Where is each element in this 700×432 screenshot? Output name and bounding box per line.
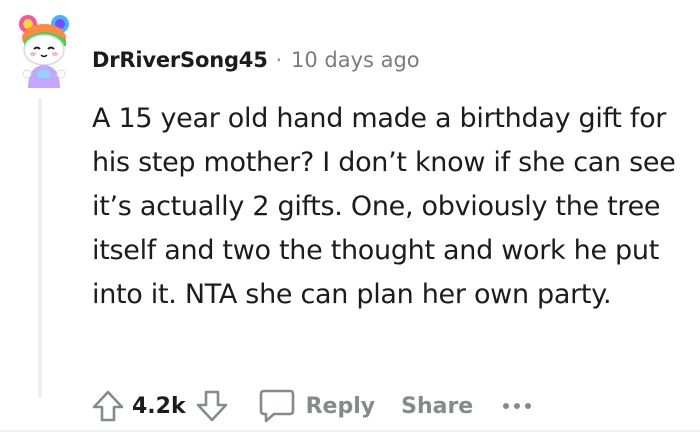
more-dots-icon [503,403,510,409]
comment-header: DrRiverSong45 · 10 days ago [92,44,420,76]
more-options-button[interactable] [503,391,536,421]
avatar[interactable] [14,12,76,90]
reply-button[interactable]: Reply [256,384,376,428]
downvote-button[interactable] [192,384,232,428]
username[interactable]: DrRiverSong45 [92,48,268,72]
reply-icon-wrap [256,384,298,428]
speech-bubble-icon [259,389,294,423]
comment: DrRiverSong45 · 10 days ago A 15 year ol… [0,0,700,432]
more-dots-icon [514,403,521,409]
share-button[interactable]: Share [401,394,473,419]
vote-score: 4.2k [132,393,186,419]
arrow-up-icon [92,390,124,422]
arrow-down-icon [196,390,227,422]
comment-body: A 15 year old hand made a birthday gift … [92,103,676,310]
timestamp[interactable]: 10 days ago [291,48,420,72]
avatar-snoo-icon [19,15,69,88]
reply-label: Reply [305,393,376,419]
more-dots-icon [525,403,532,409]
separator-dot: · [275,48,282,72]
upvote-button[interactable] [88,384,128,428]
comment-actions: 4.2k Reply Share [88,382,536,430]
thread-line[interactable] [38,98,42,398]
